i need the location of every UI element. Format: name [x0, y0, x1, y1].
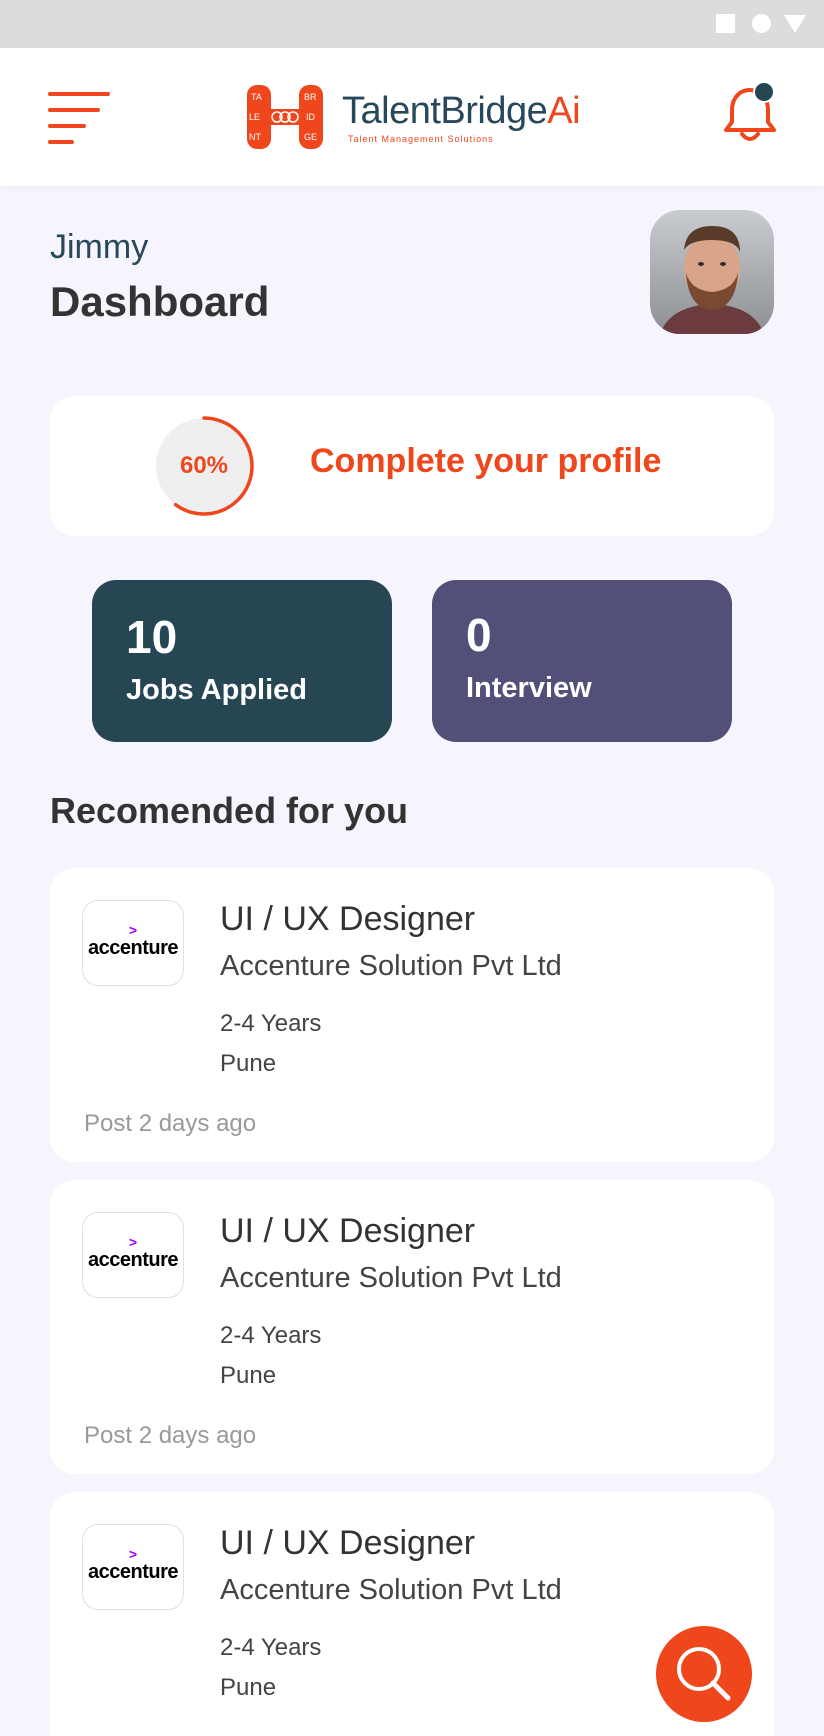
- company-logo: > accenture: [82, 1212, 184, 1298]
- profile-progress-value: 60%: [179, 452, 229, 479]
- company-logo-text: accenture: [88, 1561, 179, 1583]
- page-title: Dashboard: [50, 278, 270, 325]
- svg-text:BR: BR: [304, 92, 317, 102]
- job-company: Accenture Solution Pvt Ltd: [220, 1262, 562, 1294]
- interview-label: Interview: [466, 672, 592, 704]
- job-posted-date: Post 2 days ago: [84, 1110, 257, 1137]
- user-greeting: Jimmy: [50, 228, 149, 266]
- job-company: Accenture Solution Pvt Ltd: [220, 950, 562, 982]
- notification-bell-icon[interactable]: [722, 78, 778, 144]
- app-bar: TA LE NT BR ID GE TalentBridgeAi Talent …: [0, 48, 824, 186]
- logo-tagline: Talent Management Solutions: [348, 134, 494, 144]
- job-card[interactable]: > accenture UI / UX Designer Accenture S…: [50, 1180, 774, 1474]
- search-icon: [677, 1647, 731, 1701]
- app-logo: TA LE NT BR ID GE TalentBridgeAi Talent …: [246, 84, 586, 150]
- job-location: Pune: [220, 1674, 277, 1701]
- complete-profile-card[interactable]: 60% Complete your profile: [50, 396, 774, 536]
- svg-text:NT: NT: [249, 132, 261, 142]
- search-button[interactable]: [656, 1626, 752, 1722]
- job-title: UI / UX Designer: [220, 1524, 476, 1562]
- accenture-arrow-icon: >: [128, 1234, 138, 1250]
- back-icon: [784, 15, 806, 33]
- svg-text:ID: ID: [306, 112, 316, 122]
- company-logo: > accenture: [82, 900, 184, 986]
- recommended-section-title: Recomended for you: [50, 790, 409, 831]
- menu-line: [48, 140, 74, 144]
- unread-dot: [753, 81, 775, 103]
- company-logo: > accenture: [82, 1524, 184, 1610]
- jobs-applied-card[interactable]: 10 Jobs Applied: [92, 580, 392, 742]
- accenture-arrow-icon: >: [128, 922, 138, 938]
- home-icon: [752, 14, 771, 33]
- avatar-photo: [650, 210, 774, 334]
- complete-profile-link[interactable]: Complete your profile: [310, 442, 661, 481]
- logo-wordmark-accent: Ai: [547, 90, 581, 132]
- svg-text:GE: GE: [304, 132, 317, 142]
- job-title: UI / UX Designer: [220, 1212, 476, 1250]
- logo-mark-icon: TA LE NT BR ID GE: [247, 85, 323, 149]
- status-bar: [0, 0, 824, 48]
- logo-wordmark-main: TalentBridge: [342, 90, 548, 132]
- company-logo-text: accenture: [88, 937, 179, 959]
- menu-line: [48, 108, 100, 112]
- menu-line: [48, 124, 86, 128]
- menu-line: [48, 92, 110, 96]
- job-location: Pune: [220, 1050, 277, 1077]
- accenture-arrow-icon: >: [128, 1546, 138, 1562]
- job-experience: 2-4 Years: [220, 1010, 322, 1037]
- interview-card[interactable]: 0 Interview: [432, 580, 732, 742]
- interview-count: 0: [466, 609, 492, 661]
- job-experience: 2-4 Years: [220, 1634, 322, 1661]
- jobs-applied-count: 10: [126, 611, 178, 663]
- menu-button[interactable]: [48, 88, 114, 148]
- job-posted-date: Post 2 days ago: [84, 1422, 257, 1449]
- svg-text:TA: TA: [251, 92, 262, 102]
- job-company: Accenture Solution Pvt Ltd: [220, 1574, 562, 1606]
- job-title: UI / UX Designer: [220, 900, 476, 938]
- svg-text:LE: LE: [249, 112, 260, 122]
- job-location: Pune: [220, 1362, 277, 1389]
- company-logo-text: accenture: [88, 1249, 179, 1271]
- job-card[interactable]: > accenture UI / UX Designer Accenture S…: [50, 868, 774, 1162]
- job-experience: 2-4 Years: [220, 1322, 322, 1349]
- recents-icon: [716, 14, 735, 33]
- avatar[interactable]: [650, 210, 774, 334]
- jobs-applied-label: Jobs Applied: [126, 674, 307, 706]
- logo-wordmark: TalentBridgeAi: [342, 90, 581, 133]
